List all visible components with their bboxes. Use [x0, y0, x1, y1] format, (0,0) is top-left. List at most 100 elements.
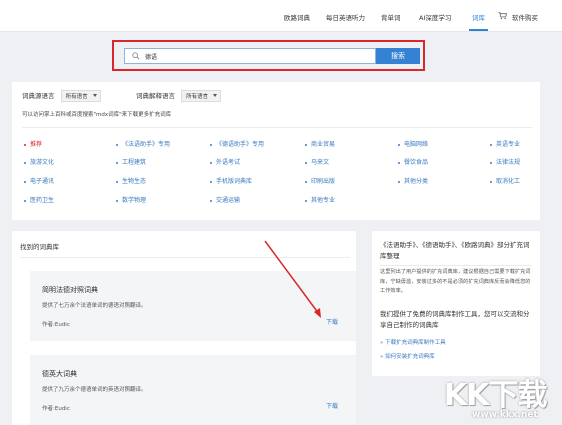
category-label: 推荐 [30, 141, 43, 148]
bullet-icon [116, 199, 118, 202]
category-item[interactable]: 其他分类 [398, 176, 428, 185]
results-title: 找到的词典库 [20, 243, 59, 251]
bullet-icon [398, 161, 400, 164]
cart-icon [498, 11, 507, 20]
download-link[interactable]: 下载 [326, 401, 338, 410]
category-label: 旅游文化 [30, 159, 55, 166]
category-item[interactable]: 马来文 [305, 157, 329, 166]
category-label: 餐饮食品 [404, 159, 429, 166]
category-item[interactable]: 电脑网络 [398, 139, 428, 148]
category-label: 生物生态 [122, 178, 147, 185]
category-label: 数学物理 [122, 197, 147, 204]
side-panel: 《法语助手》、《德语助手》、《欧路词典》部分扩充词库整理 这里列出了用户提供的扩… [372, 231, 540, 376]
category-recommended[interactable]: 推荐 [24, 139, 42, 148]
search-icon [132, 52, 140, 60]
bullet-icon [305, 180, 307, 183]
bullet-icon [490, 143, 492, 146]
category-item[interactable]: 印刷出版 [305, 176, 335, 185]
side-divider [380, 265, 532, 266]
bullet-icon [210, 161, 212, 164]
filter-panel: 词典源语言 所有语言 词典解释语言 所有语言 可以访问掌上百科或百度搜索"mdx… [12, 82, 540, 220]
download-link[interactable]: 下载 [326, 317, 338, 326]
source-language-filter: 词典源语言 所有语言 [22, 90, 101, 102]
install-guide-link[interactable]: » 如何安装扩充词典库 [380, 352, 435, 360]
category-item[interactable]: 工程建筑 [116, 157, 146, 166]
category-label: 《法语助手》专用 [122, 141, 171, 148]
bullet-icon [24, 199, 26, 202]
nav-item-vocabulary[interactable]: 背单词 [381, 12, 401, 22]
category-label: 马来文 [311, 159, 330, 166]
search-box[interactable] [124, 48, 376, 64]
category-item[interactable]: 交通运输 [210, 195, 240, 204]
search-input[interactable] [145, 50, 365, 62]
category-item[interactable]: 手机版词典库 [210, 176, 252, 185]
dictionary-author: 作者:Eudic [42, 406, 70, 412]
dictionary-name: 简明法德对照词典 [42, 286, 98, 294]
category-item[interactable]: 生物生态 [116, 176, 146, 185]
nav-item-eudic[interactable]: 欧路词典 [284, 12, 310, 22]
nav-item-purchase[interactable]: 软件购买 [512, 12, 538, 22]
category-label: 英语专业 [496, 141, 521, 148]
side-panel-subtitle: 我们提供了免费的词典库制作工具，您可以交流和分享自己制作的词典库 [380, 310, 530, 329]
category-item[interactable]: 《法语助手》专用 [116, 139, 170, 148]
bullet-icon [24, 180, 26, 183]
bullet-icon [116, 143, 118, 146]
source-language-value: 所有语言 [65, 94, 88, 100]
chevron-down-icon [92, 94, 97, 97]
category-label: 印刷出版 [311, 178, 336, 185]
bullet-icon [305, 143, 307, 146]
nav-item-listening[interactable]: 每日英语听力 [326, 12, 365, 22]
nav-item-dictionaries[interactable]: 词库 [472, 12, 485, 22]
category-label: 医药卫生 [30, 197, 55, 204]
category-label: 工程建筑 [122, 159, 147, 166]
source-language-label: 词典源语言 [22, 92, 55, 100]
dictionary-name: 德英大词典 [42, 370, 77, 378]
dictionary-author: 作者:Eudic [42, 322, 70, 328]
dictionary-description: 提供了七万余个法语单词的德语对照翻译。 [42, 303, 147, 309]
bullet-icon [210, 143, 212, 146]
category-item[interactable]: 英语专业 [490, 139, 520, 148]
search-button[interactable]: 搜索 [376, 48, 420, 64]
nav-item-ai-learning[interactable]: AI深度学习 [419, 12, 451, 22]
side-panel-title: 《法语助手》、《德语助手》、《欧路词典》部分扩充词库整理 [380, 241, 530, 260]
dictionary-card: 德英大词典 提供了九万余个德语单词的英语对照翻译。 作者:Eudic 下载 [30, 355, 356, 425]
bullet-icon [116, 161, 118, 164]
category-label: 法律法规 [496, 159, 521, 166]
category-item[interactable]: 法律法规 [490, 157, 520, 166]
category-label: 电脑网络 [404, 141, 429, 148]
bullet-icon [490, 161, 492, 164]
bullet-icon [398, 143, 400, 146]
category-label: 其他专业 [311, 197, 336, 204]
category-label: 外语考试 [216, 159, 241, 166]
category-item[interactable]: 旅游文化 [24, 157, 54, 166]
target-language-value: 所有语言 [186, 94, 209, 100]
bullet-icon [305, 161, 307, 164]
watermark-url: www.kkx.net [472, 410, 538, 420]
category-item[interactable]: 餐饮食品 [398, 157, 428, 166]
download-tool-link[interactable]: » 下载扩充词典库制作工具 [380, 338, 446, 346]
category-item[interactable]: 数学物理 [116, 195, 146, 204]
category-label: 手机版词典库 [216, 178, 253, 185]
category-label: 交通运输 [216, 197, 241, 204]
top-nav: 欧路词典 每日英语听力 背单词 AI深度学习 词库 软件购买 [0, 0, 562, 32]
chevron-down-icon [213, 94, 218, 97]
category-item[interactable]: 取消化工 [490, 176, 520, 185]
target-language-label: 词典解释语言 [136, 92, 175, 100]
category-item[interactable]: 外语考试 [210, 157, 240, 166]
bullet-icon [398, 180, 400, 183]
target-language-select[interactable]: 所有语言 [181, 90, 222, 102]
bullet-icon [210, 199, 212, 202]
category-item[interactable]: 电子通讯 [24, 176, 54, 185]
dictionary-description: 提供了九万余个德语单词的英语对照翻译。 [42, 387, 147, 393]
category-label: 电子通讯 [30, 178, 55, 185]
category-item[interactable]: 《德语助手》专用 [210, 139, 264, 148]
bullet-icon [24, 143, 26, 146]
category-item[interactable]: 其他专业 [305, 195, 335, 204]
bullet-icon [116, 180, 118, 183]
kkx-watermark: KK下载 www.kkx.net [444, 370, 562, 425]
annotation-arrow-icon [264, 240, 321, 318]
category-item[interactable]: 商业贸易 [305, 139, 335, 148]
category-item[interactable]: 医药卫生 [24, 195, 54, 204]
bullet-icon [305, 199, 307, 202]
source-language-select[interactable]: 所有语言 [60, 90, 101, 102]
